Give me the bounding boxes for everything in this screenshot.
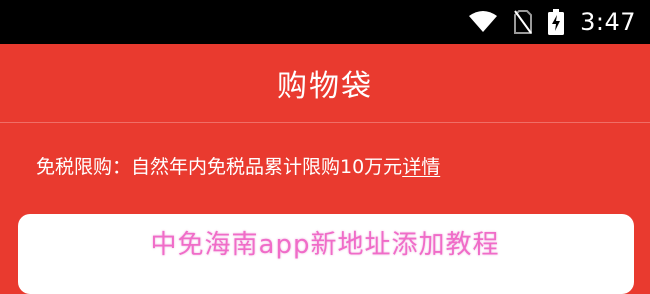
battery-charging-icon: [548, 9, 565, 35]
notice-text: 免税限购：自然年内免税品累计限购10万元: [36, 155, 403, 178]
watermark-caption: 中免海南app新地址添加教程: [150, 229, 500, 260]
duty-free-limit-notice: 免税限购：自然年内免税品累计限购10万元 详情: [36, 150, 440, 180]
status-bar: 3:47: [0, 0, 650, 44]
wifi-icon: [468, 10, 498, 34]
details-link[interactable]: 详情: [402, 152, 440, 179]
header-divider: [0, 122, 650, 123]
no-sim-icon: [514, 10, 533, 34]
status-icons: 3:47: [468, 0, 636, 44]
page-header: 购物袋: [0, 44, 650, 122]
status-clock: 3:47: [580, 8, 636, 36]
page-title: 购物袋: [277, 69, 373, 104]
